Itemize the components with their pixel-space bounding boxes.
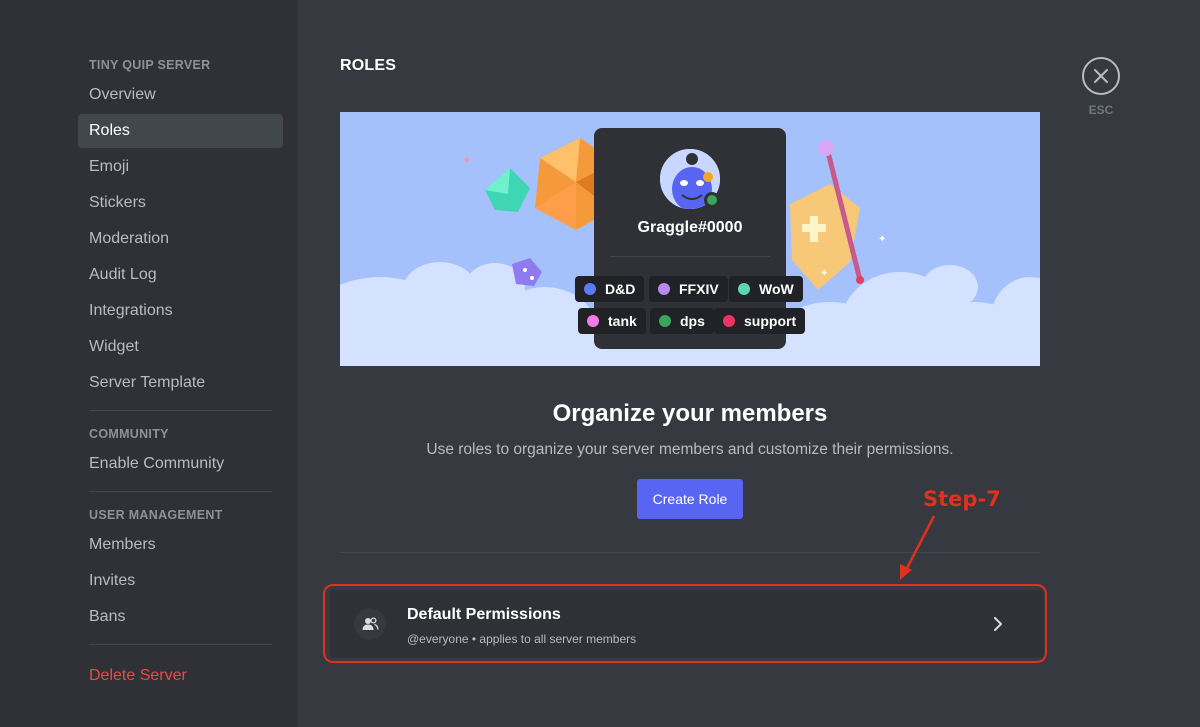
sidebar-item-emoji[interactable]: Emoji	[78, 150, 283, 184]
sidebar-item-moderation[interactable]: Moderation	[78, 222, 283, 256]
esc-label: ESC	[1088, 103, 1114, 117]
role-name: support	[744, 313, 797, 329]
role-pill-support: support	[714, 308, 806, 334]
section-header-server: TINY QUIP SERVER	[89, 58, 211, 72]
sidebar-item-invites[interactable]: Invites	[78, 564, 283, 598]
empty-state-heading: Organize your members	[552, 400, 828, 427]
sidebar-separator	[89, 644, 272, 645]
role-name: FFXIV	[679, 281, 719, 297]
sidebar-item-audit-log[interactable]: Audit Log	[78, 258, 283, 292]
default-permissions-title: Default Permissions	[407, 606, 561, 623]
role-color-dot	[659, 315, 671, 327]
close-control: ESC	[1081, 57, 1121, 117]
sidebar-item-roles[interactable]: Roles	[78, 114, 283, 148]
svg-text:✦: ✦	[462, 153, 472, 167]
role-color-dot	[738, 283, 750, 295]
svg-text:✦: ✦	[878, 234, 886, 245]
role-pill-dnd: D&D	[575, 276, 645, 302]
default-permissions-row[interactable]: Default Permissions @everyone • applies …	[330, 590, 1044, 658]
role-name: WoW	[759, 281, 794, 297]
role-color-dot	[584, 283, 596, 295]
card-divider	[610, 256, 770, 257]
sidebar-item-bans[interactable]: Bans	[78, 600, 283, 634]
members-icon	[354, 608, 386, 640]
role-color-dot	[658, 283, 670, 295]
sidebar-item-integrations[interactable]: Integrations	[78, 294, 283, 328]
chevron-right-icon	[988, 614, 1008, 634]
section-header-community: COMMUNITY	[89, 427, 169, 441]
svg-text:✦: ✦	[820, 268, 828, 279]
sidebar-item-stickers[interactable]: Stickers	[78, 186, 283, 220]
create-role-button[interactable]: Create Role	[637, 479, 743, 519]
sidebar-item-members[interactable]: Members	[78, 528, 283, 562]
roles-content: ROLES ESC ✦ ✦ ✦ Graggle#0000 D&D FFXIV W…	[298, 0, 1200, 727]
role-color-dot	[723, 315, 735, 327]
close-button[interactable]	[1082, 57, 1120, 95]
annotation-arrow-icon	[900, 515, 936, 580]
role-name: D&D	[605, 281, 636, 297]
settings-sidebar: TINY QUIP SERVER Overview Roles Emoji St…	[0, 0, 298, 727]
sidebar-separator	[89, 491, 272, 492]
sidebar-item-overview[interactable]: Overview	[78, 78, 283, 112]
empty-state-description: Use roles to organize your server member…	[426, 441, 954, 458]
sidebar-item-enable-community[interactable]: Enable Community	[78, 447, 283, 481]
role-pill-wow: WoW	[729, 276, 803, 302]
online-status-indicator	[704, 192, 720, 208]
sidebar-item-server-template[interactable]: Server Template	[78, 366, 283, 400]
sidebar-item-widget[interactable]: Widget	[78, 330, 283, 364]
close-icon	[1094, 69, 1108, 83]
role-pill-dps: dps	[650, 308, 714, 334]
section-header-user-management: USER MANAGEMENT	[89, 508, 223, 522]
page-title: ROLES	[340, 57, 397, 74]
sidebar-item-delete-server[interactable]: Delete Server	[78, 659, 283, 693]
preview-username: Graggle#0000	[637, 219, 743, 236]
roles-banner: ✦ ✦ ✦ Graggle#0000 D&D FFXIV WoW tank dp…	[340, 112, 1040, 366]
step-annotation-label: Step-7	[923, 487, 1001, 511]
role-name: tank	[608, 313, 637, 329]
sidebar-separator	[89, 410, 272, 411]
role-color-dot	[587, 315, 599, 327]
role-pill-ffxiv: FFXIV	[649, 276, 728, 302]
default-permissions-subtitle: @everyone • applies to all server member…	[407, 632, 637, 646]
role-name: dps	[680, 313, 705, 329]
role-pill-tank: tank	[578, 308, 646, 334]
